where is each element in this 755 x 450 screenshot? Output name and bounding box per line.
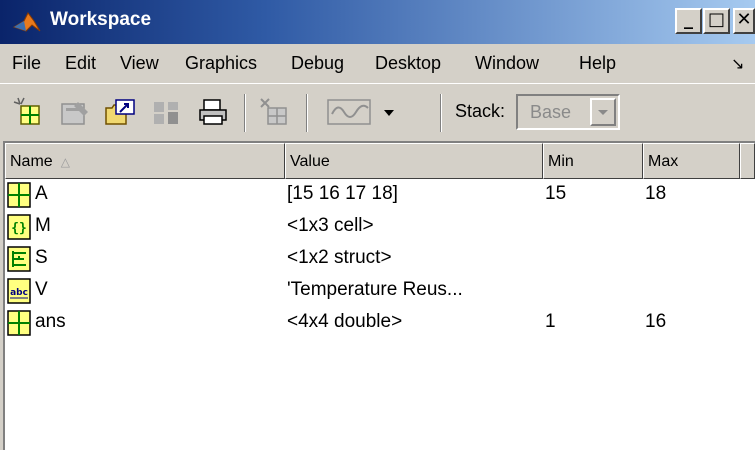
undock-arrow-icon[interactable]: ↘ xyxy=(731,54,744,73)
close-button[interactable]: ✕ xyxy=(733,8,755,34)
maximize-button[interactable]: □ xyxy=(703,8,730,34)
table-row[interactable]: abc V 'Temperature Reus... xyxy=(5,276,755,309)
variable-min: 15 xyxy=(545,183,567,204)
plot-dropdown-icon[interactable] xyxy=(380,96,398,128)
variable-value: <4x4 double> xyxy=(287,311,403,332)
stack-select[interactable]: Base xyxy=(516,94,620,130)
table-header: Name △ Value Min Max xyxy=(5,143,755,179)
menu-desktop[interactable]: Desktop xyxy=(375,53,441,74)
table-row[interactable]: {} M <1x3 cell> xyxy=(5,212,755,245)
open-variable-icon[interactable] xyxy=(58,96,92,128)
menu-help[interactable]: Help xyxy=(579,53,616,74)
variable-name: S xyxy=(35,247,48,268)
stack-value: Base xyxy=(530,102,572,122)
variable-value: <1x2 struct> xyxy=(287,247,392,268)
stack-label: Stack: xyxy=(455,101,506,121)
variable-name: V xyxy=(35,279,48,300)
variable-name: M xyxy=(35,215,51,236)
char-icon: abc xyxy=(7,278,31,304)
variable-max: 16 xyxy=(645,311,667,332)
matlab-logo-icon xyxy=(12,12,41,32)
chevron-down-icon xyxy=(598,110,608,115)
minimize-button[interactable]: _ xyxy=(675,8,702,34)
column-header-min[interactable]: Min xyxy=(543,143,643,179)
variable-name: A xyxy=(35,183,48,204)
import-data-icon[interactable] xyxy=(104,96,138,128)
sort-ascending-icon: △ xyxy=(60,155,70,169)
column-header-name[interactable]: Name △ xyxy=(5,143,285,179)
variable-name: ans xyxy=(35,311,66,332)
menu-file[interactable]: File xyxy=(12,53,41,74)
menu-edit[interactable]: Edit xyxy=(65,53,96,74)
svg-text:{}: {} xyxy=(11,221,27,236)
matrix-icon xyxy=(7,182,31,208)
workspace-window: Workspace _ □ ✕ File Edit View Graphics … xyxy=(0,0,755,450)
toolbar-separator xyxy=(440,94,442,132)
toolbar-separator xyxy=(306,94,308,132)
column-header-value[interactable]: Value xyxy=(285,143,543,179)
window-title: Workspace xyxy=(50,9,152,30)
column-header-name-label: Name xyxy=(10,153,53,170)
variable-value: <1x3 cell> xyxy=(287,215,374,236)
print-icon[interactable] xyxy=(196,96,230,128)
svg-text:abc: abc xyxy=(10,288,28,298)
menu-bar: File Edit View Graphics Debug Desktop Wi… xyxy=(0,44,755,83)
stack-dropdown-button[interactable] xyxy=(590,98,616,126)
variable-min: 1 xyxy=(545,311,556,332)
new-variable-icon[interactable] xyxy=(12,96,46,128)
variable-max: 18 xyxy=(645,183,667,204)
cell-array-icon: {} xyxy=(7,214,31,240)
table-row[interactable]: S <1x2 struct> xyxy=(5,244,755,277)
save-icon[interactable] xyxy=(150,96,184,128)
menu-debug[interactable]: Debug xyxy=(291,53,344,74)
variable-value: 'Temperature Reus... xyxy=(287,279,463,300)
toolbar: Stack: Base xyxy=(0,83,755,141)
column-header-max[interactable]: Max xyxy=(643,143,740,179)
table-row[interactable]: ans <4x4 double> 1 16 xyxy=(5,308,755,341)
title-bar[interactable]: Workspace _ □ ✕ xyxy=(0,0,755,44)
table-row[interactable]: A [15 16 17 18] 15 18 xyxy=(5,180,755,213)
menu-window[interactable]: Window xyxy=(475,53,539,74)
column-header-extra xyxy=(740,143,755,179)
variable-value: [15 16 17 18] xyxy=(287,183,398,204)
menu-view[interactable]: View xyxy=(120,53,159,74)
struct-icon xyxy=(7,246,31,272)
workspace-table: Name △ Value Min Max A [15 16 17 18] 15 1… xyxy=(3,141,755,450)
delete-icon[interactable] xyxy=(258,96,292,128)
menu-graphics[interactable]: Graphics xyxy=(185,53,257,74)
toolbar-separator xyxy=(244,94,246,132)
matrix-icon xyxy=(7,310,31,336)
plot-icon[interactable] xyxy=(326,96,372,128)
